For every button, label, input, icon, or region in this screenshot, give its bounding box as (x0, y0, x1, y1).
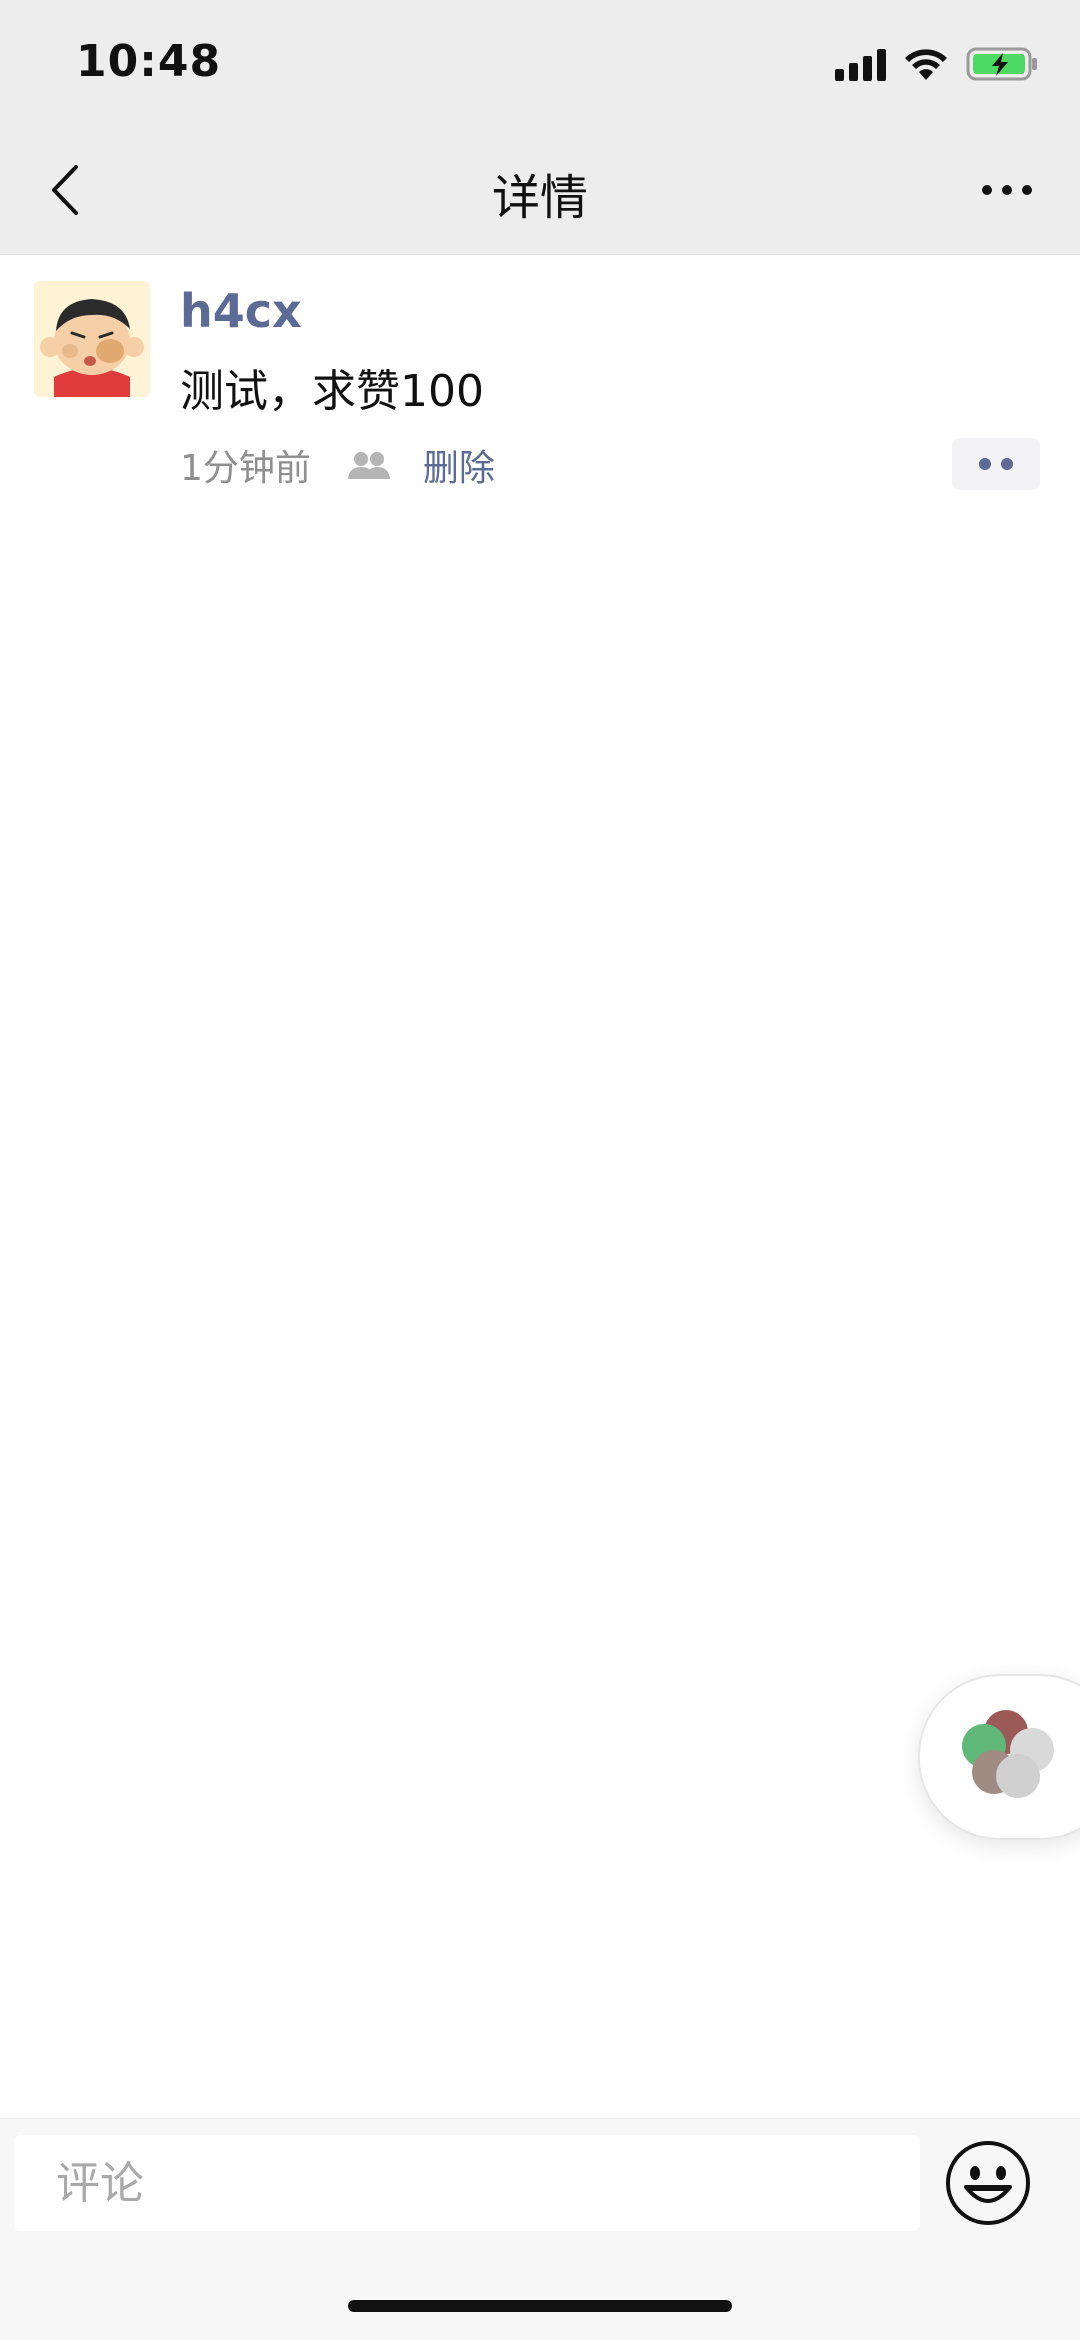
more-button[interactable] (972, 170, 1042, 210)
like-comment-button[interactable] (952, 438, 1040, 490)
header: 10:48 详情 (0, 0, 1080, 255)
post-text: 测试，求赞100 (180, 366, 484, 417)
post-meta: 1分钟前 删除 (180, 440, 495, 490)
floating-window-button[interactable] (918, 1674, 1080, 1840)
status-time: 10:48 (76, 36, 222, 87)
cellular-signal-icon (835, 47, 886, 81)
battery-charging-icon (966, 47, 1037, 81)
post-time: 1分钟前 (180, 448, 311, 489)
status-icons (835, 44, 1038, 84)
cartoon-avatar-icon (34, 281, 150, 397)
comment-input[interactable] (14, 2135, 920, 2231)
two-dots-icon (979, 458, 1013, 470)
author-name[interactable]: h4cx (180, 284, 302, 338)
pinwheel-icon (962, 1710, 1054, 1798)
emoji-button[interactable] (944, 2139, 1032, 2227)
avatar[interactable] (34, 281, 150, 397)
friends-icon[interactable] (347, 450, 391, 480)
wifi-icon (905, 49, 947, 80)
ellipsis-icon (982, 185, 1032, 195)
home-indicator[interactable] (348, 2300, 732, 2312)
page-title: 详情 (491, 170, 588, 226)
delete-link[interactable]: 删除 (423, 439, 495, 491)
smiley-emoji-icon (946, 2141, 1030, 2225)
